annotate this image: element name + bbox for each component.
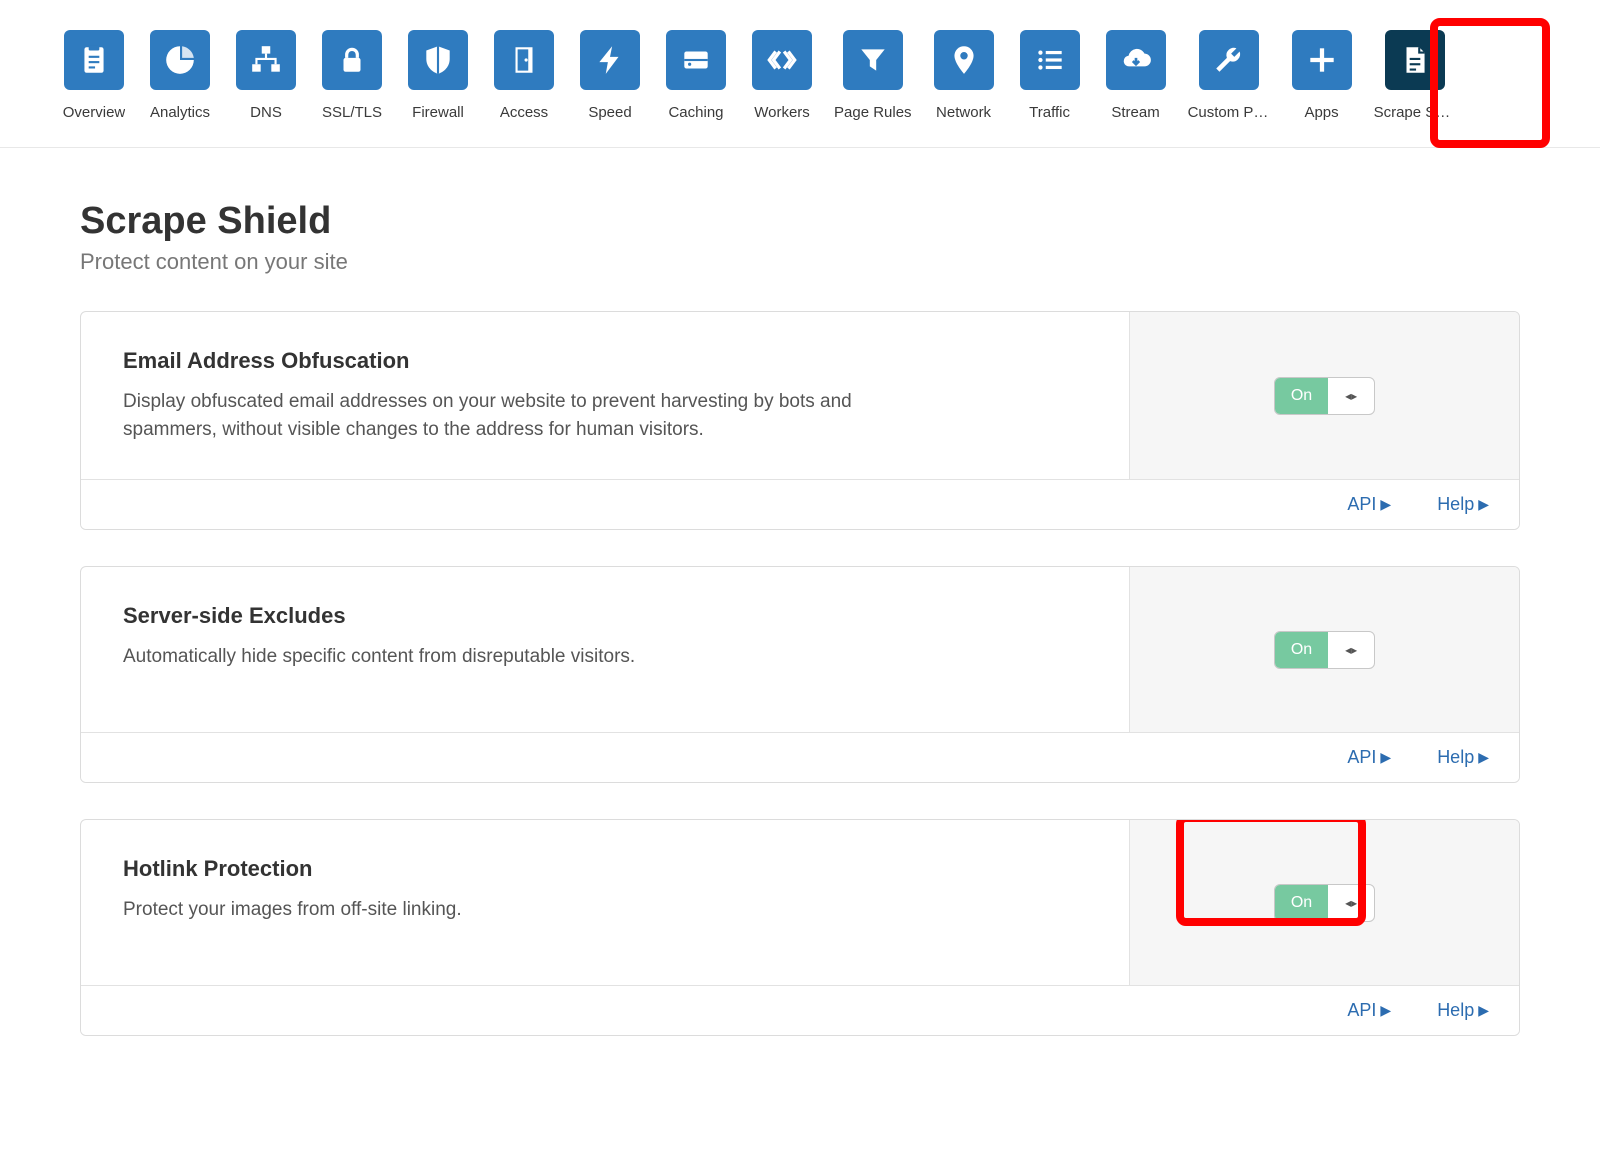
nav-label: Apps	[1304, 104, 1338, 121]
nav-item-page-rules[interactable]: Page Rules	[834, 30, 912, 121]
caret-right-icon: ▶	[1380, 749, 1391, 766]
toggle-on-label: On	[1275, 632, 1328, 668]
api-link[interactable]: API▶	[1347, 747, 1391, 768]
nav-label: DNS	[250, 104, 282, 121]
wrench-icon	[1199, 30, 1259, 90]
nav-label: Network	[936, 104, 991, 121]
card-footer: API▶ Help▶	[81, 479, 1519, 529]
nav-label: Access	[500, 104, 548, 121]
nav-item-analytics[interactable]: Analytics	[146, 30, 214, 121]
card-side: On◂▸	[1129, 567, 1519, 732]
nav-item-firewall[interactable]: Firewall	[404, 30, 472, 121]
toggle-handle-icon: ◂▸	[1328, 378, 1374, 414]
chevrons-icon	[752, 30, 812, 90]
list-icon	[1020, 30, 1080, 90]
nav-label: Workers	[754, 104, 810, 121]
nav-item-workers[interactable]: Workers	[748, 30, 816, 121]
api-link[interactable]: API▶	[1347, 1000, 1391, 1021]
caret-right-icon: ▶	[1478, 1002, 1489, 1019]
door-icon	[494, 30, 554, 90]
page-title: Scrape Shield	[80, 200, 1520, 243]
card-description: Display obfuscated email addresses on yo…	[123, 388, 883, 443]
card-title: Server-side Excludes	[123, 603, 1087, 629]
help-link[interactable]: Help▶	[1437, 1000, 1489, 1021]
funnel-icon	[843, 30, 903, 90]
api-link[interactable]: API▶	[1347, 494, 1391, 515]
card-title: Email Address Obfuscation	[123, 348, 1087, 374]
toggle-handle-icon: ◂▸	[1328, 885, 1374, 921]
nav-item-caching[interactable]: Caching	[662, 30, 730, 121]
card-description: Automatically hide specific content from…	[123, 643, 883, 671]
nav-label: Firewall	[412, 104, 464, 121]
nav-item-access[interactable]: Access	[490, 30, 558, 121]
nav-label: SSL/TLS	[322, 104, 382, 121]
nav-label: Analytics	[150, 104, 210, 121]
toggle-switch[interactable]: On◂▸	[1274, 884, 1375, 922]
toggle-switch[interactable]: On◂▸	[1274, 631, 1375, 669]
nav-label: Overview	[63, 104, 126, 121]
lock-icon	[322, 30, 382, 90]
caret-right-icon: ▶	[1478, 496, 1489, 513]
nav-item-dns[interactable]: DNS	[232, 30, 300, 121]
shield-icon	[408, 30, 468, 90]
nav-label: Traffic	[1029, 104, 1070, 121]
caret-right-icon: ▶	[1380, 496, 1391, 513]
pin-icon	[934, 30, 994, 90]
nav-label: Caching	[668, 104, 723, 121]
card-title: Hotlink Protection	[123, 856, 1087, 882]
pie-icon	[150, 30, 210, 90]
card-footer: API▶ Help▶	[81, 732, 1519, 782]
nav-item-scrape-shi-[interactable]: Scrape Shi...	[1374, 30, 1456, 121]
nav-item-speed[interactable]: Speed	[576, 30, 644, 121]
help-link[interactable]: Help▶	[1437, 494, 1489, 515]
setting-card: Email Address Obfuscation Display obfusca…	[80, 311, 1520, 530]
toggle-on-label: On	[1275, 378, 1328, 414]
card-footer: API▶ Help▶	[81, 985, 1519, 1035]
nav-label: Scrape Shi...	[1374, 104, 1456, 121]
toggle-handle-icon: ◂▸	[1328, 632, 1374, 668]
nav-label: Page Rules	[834, 104, 912, 121]
card-side: On◂▸	[1129, 820, 1519, 985]
toggle-on-label: On	[1275, 885, 1328, 921]
nav-item-custom-pa-[interactable]: Custom Pa...	[1188, 30, 1270, 121]
bolt-icon	[580, 30, 640, 90]
card-description: Protect your images from off-site linkin…	[123, 896, 883, 924]
clipboard-icon	[64, 30, 124, 90]
nav-item-network[interactable]: Network	[930, 30, 998, 121]
nav-label: Speed	[588, 104, 631, 121]
top-nav-bar: Overview Analytics DNS SSL/TLS Firewall Acces…	[0, 0, 1600, 148]
plus-icon	[1292, 30, 1352, 90]
sitemap-icon	[236, 30, 296, 90]
drive-icon	[666, 30, 726, 90]
nav-label: Custom Pa...	[1188, 104, 1270, 121]
cloud-icon	[1106, 30, 1166, 90]
toggle-switch[interactable]: On◂▸	[1274, 377, 1375, 415]
page-subtitle: Protect content on your site	[80, 249, 1520, 275]
doc-icon	[1385, 30, 1445, 90]
caret-right-icon: ▶	[1478, 749, 1489, 766]
setting-card: Server-side Excludes Automatically hide s…	[80, 566, 1520, 783]
help-link[interactable]: Help▶	[1437, 747, 1489, 768]
nav-label: Stream	[1111, 104, 1159, 121]
nav-item-overview[interactable]: Overview	[60, 30, 128, 121]
nav-item-ssl-tls[interactable]: SSL/TLS	[318, 30, 386, 121]
setting-card: Hotlink Protection Protect your images fr…	[80, 819, 1520, 1036]
nav-item-traffic[interactable]: Traffic	[1016, 30, 1084, 121]
nav-item-stream[interactable]: Stream	[1102, 30, 1170, 121]
card-side: On◂▸	[1129, 312, 1519, 479]
caret-right-icon: ▶	[1380, 1002, 1391, 1019]
nav-item-apps[interactable]: Apps	[1288, 30, 1356, 121]
